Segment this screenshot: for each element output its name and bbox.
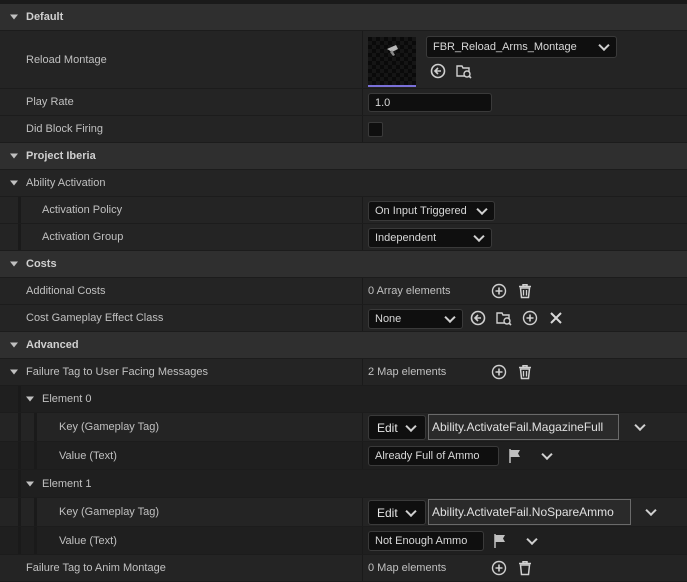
tag-value: Ability.ActivateFail.MagazineFull (432, 420, 604, 434)
combo-value: None (375, 313, 402, 325)
property-label: Failure Tag to User Facing Messages (26, 366, 208, 378)
gameplay-tag-field[interactable]: Ability.ActivateFail.MagazineFull (428, 414, 619, 440)
property-label: Play Rate (26, 96, 74, 108)
gameplay-tag-field[interactable]: Ability.ActivateFail.NoSpareAmmo (428, 499, 631, 525)
property-label: Cost Gameplay Effect Class (26, 312, 164, 324)
combo-value: On Input Triggered (375, 205, 467, 217)
element-0-row[interactable]: Element 0 (0, 386, 687, 413)
cost-effect-class-combo[interactable]: None (368, 309, 463, 329)
chevron-down-icon (473, 230, 485, 243)
clear-icon[interactable] (548, 310, 564, 326)
property-label: Reload Montage (26, 53, 107, 66)
trash-icon[interactable] (517, 283, 533, 299)
section-title: Ability Activation (26, 177, 106, 189)
use-selected-icon[interactable] (430, 63, 446, 79)
browse-asset-icon[interactable] (496, 310, 512, 326)
asset-thumbnail[interactable] (368, 37, 416, 87)
browse-asset-icon[interactable] (456, 63, 472, 79)
activation-group-row: Activation Group Independent (0, 224, 687, 251)
section-costs[interactable]: Costs (0, 251, 687, 278)
add-element-icon[interactable] (491, 283, 507, 299)
property-label: Key (Gameplay Tag) (59, 506, 160, 518)
chevron-down-icon (10, 14, 18, 20)
reload-montage-combo[interactable]: FBR_Reload_Arms_Montage (426, 36, 617, 58)
button-label: Edit (377, 505, 398, 520)
chevron-down-icon (26, 481, 34, 486)
flag-icon[interactable] (492, 533, 508, 549)
chevron-down-icon[interactable] (634, 419, 646, 432)
activation-policy-row: Activation Policy On Input Triggered (0, 197, 687, 224)
value-text-input[interactable]: Already Full of Ammo (368, 446, 499, 466)
chevron-down-icon[interactable] (541, 448, 553, 460)
tag-value: Ability.ActivateFail.NoSpareAmmo (432, 505, 614, 519)
play-rate-input[interactable]: 1.0 (368, 93, 492, 112)
chevron-down-icon (10, 180, 18, 186)
property-label: Additional Costs (26, 285, 106, 297)
cost-effect-class-row: Cost Gameplay Effect Class None (0, 305, 687, 332)
chevron-down-icon[interactable] (526, 533, 538, 545)
play-rate-row: Play Rate 1.0 (0, 89, 687, 116)
chevron-down-icon (598, 39, 610, 52)
element-label: Element 1 (42, 477, 92, 490)
failure-tag-messages-row[interactable]: Failure Tag to User Facing Messages 2 Ma… (0, 359, 687, 386)
trash-icon[interactable] (517, 560, 533, 576)
value-text-input[interactable]: Not Enough Ammo (368, 531, 484, 551)
map-count: 2 Map elements (368, 366, 447, 378)
failure-tag-anim-row[interactable]: Failure Tag to Anim Montage 0 Map elemen… (0, 555, 687, 582)
property-label: Did Block Firing (26, 123, 104, 135)
edit-tag-button[interactable]: Edit (368, 415, 426, 440)
section-title: Advanced (26, 339, 79, 351)
add-element-icon[interactable] (491, 364, 507, 380)
element-1-row[interactable]: Element 1 (0, 470, 687, 498)
chevron-down-icon (10, 153, 18, 159)
element-1-key-row: Key (Gameplay Tag) Edit Ability.Activate… (0, 498, 687, 527)
activation-policy-combo[interactable]: On Input Triggered (368, 201, 495, 221)
property-label: Value (Text) (59, 534, 117, 547)
element-label: Element 0 (42, 393, 92, 405)
section-title: Costs (26, 258, 57, 270)
property-label: Activation Group (42, 231, 124, 243)
chevron-down-icon (444, 311, 456, 324)
map-count: 0 Map elements (368, 562, 447, 574)
input-value: 1.0 (375, 96, 391, 109)
section-default[interactable]: Default (0, 4, 687, 31)
chevron-down-icon (10, 342, 18, 348)
property-label: Key (Gameplay Tag) (59, 421, 160, 433)
element-0-value-row: Value (Text) Already Full of Ammo (0, 442, 687, 470)
button-label: Edit (377, 420, 398, 435)
element-0-key-row: Key (Gameplay Tag) Edit Ability.Activate… (0, 413, 687, 442)
chevron-down-icon (405, 505, 417, 517)
input-value: Already Full of Ammo (375, 450, 480, 462)
section-advanced[interactable]: Advanced (0, 332, 687, 359)
property-label: Failure Tag to Anim Montage (26, 562, 166, 574)
section-title: Project Iberia (26, 150, 96, 162)
input-value: Not Enough Ammo (375, 535, 468, 547)
chevron-down-icon (10, 261, 18, 267)
chevron-down-icon (405, 420, 417, 432)
combo-value: FBR_Reload_Arms_Montage (433, 41, 577, 53)
subsection-ability-activation[interactable]: Ability Activation (0, 170, 687, 197)
chevron-down-icon (26, 396, 34, 402)
chevron-down-icon (476, 203, 488, 216)
chevron-down-icon[interactable] (645, 504, 657, 517)
edit-tag-button[interactable]: Edit (368, 500, 426, 525)
add-element-icon[interactable] (491, 560, 507, 576)
use-selected-icon[interactable] (470, 310, 486, 326)
did-block-firing-checkbox[interactable] (368, 122, 383, 137)
trash-icon[interactable] (517, 364, 533, 380)
flag-icon[interactable] (507, 448, 523, 464)
section-title: Default (26, 11, 64, 23)
activation-group-combo[interactable]: Independent (368, 228, 492, 248)
montage-thumbnail-icon (387, 45, 398, 56)
property-label: Value (Text) (59, 449, 117, 462)
add-icon[interactable] (522, 310, 538, 326)
array-count: 0 Array elements (368, 285, 451, 297)
element-1-value-row: Value (Text) Not Enough Ammo (0, 527, 687, 555)
chevron-down-icon (10, 369, 18, 375)
combo-value: Independent (375, 232, 437, 244)
did-block-firing-row: Did Block Firing (0, 116, 687, 143)
section-project-iberia[interactable]: Project Iberia (0, 143, 687, 170)
property-label: Activation Policy (42, 204, 123, 216)
additional-costs-row: Additional Costs 0 Array elements (0, 278, 687, 305)
